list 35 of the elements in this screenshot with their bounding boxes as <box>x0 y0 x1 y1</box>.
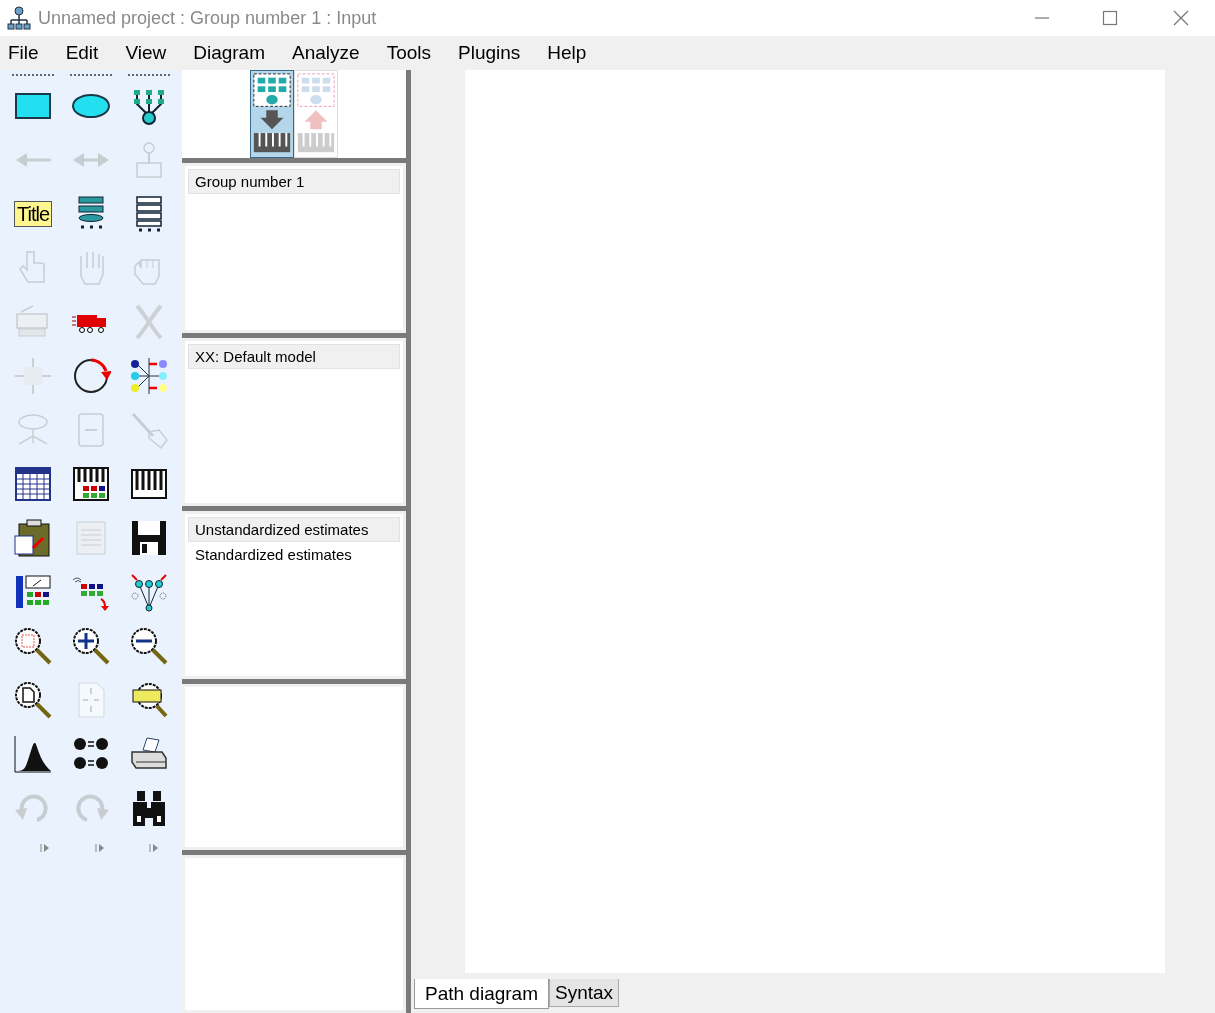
zoom-out-icon[interactable] <box>129 626 169 666</box>
menu-item[interactable]: Edit <box>65 38 99 68</box>
clipboard-icon[interactable] <box>13 518 53 558</box>
input-view-button[interactable] <box>250 70 294 158</box>
distribution-curve-icon[interactable] <box>13 734 53 774</box>
menu-item[interactable]: Tools <box>386 38 431 68</box>
menu-item[interactable]: Analyze <box>292 38 360 68</box>
loupe-icon[interactable] <box>129 680 169 720</box>
zoom-in-icon[interactable] <box>71 626 111 666</box>
menu-item[interactable]: Plugins <box>458 38 521 68</box>
title-button[interactable]: Title <box>13 201 52 227</box>
tab[interactable]: Syntax <box>549 979 620 1007</box>
expand-icon[interactable] <box>94 843 105 853</box>
menu-item[interactable]: Diagram <box>193 38 266 68</box>
expand-icon[interactable] <box>40 843 50 853</box>
close-icon[interactable] <box>1173 10 1189 26</box>
window-title: Unnamed project : Group number 1 : Input <box>38 6 377 30</box>
table-icon[interactable] <box>13 464 53 504</box>
rotate-icon[interactable] <box>71 356 111 396</box>
symmetry-icon[interactable] <box>129 572 169 612</box>
menu-item[interactable]: File <box>8 38 39 68</box>
expand-icon[interactable] <box>149 843 160 853</box>
list-item[interactable]: Group number 1 <box>188 169 400 194</box>
zoom-page-icon[interactable] <box>13 680 53 720</box>
reflect-icon[interactable] <box>129 356 169 396</box>
list-item[interactable]: Standardized estimates <box>188 542 400 567</box>
maximize-icon[interactable] <box>1102 10 1118 26</box>
keyboard-grid-icon[interactable] <box>71 464 111 504</box>
app-icon <box>7 6 31 30</box>
zoom-area-icon[interactable] <box>13 626 53 666</box>
list-item[interactable]: XX: Default model <box>188 344 400 369</box>
menu-item[interactable]: View <box>125 38 167 68</box>
menu-item[interactable]: Help <box>547 38 587 68</box>
tab[interactable]: Path diagram <box>414 979 549 1009</box>
list-item[interactable]: Unstandardized estimates <box>188 517 400 542</box>
